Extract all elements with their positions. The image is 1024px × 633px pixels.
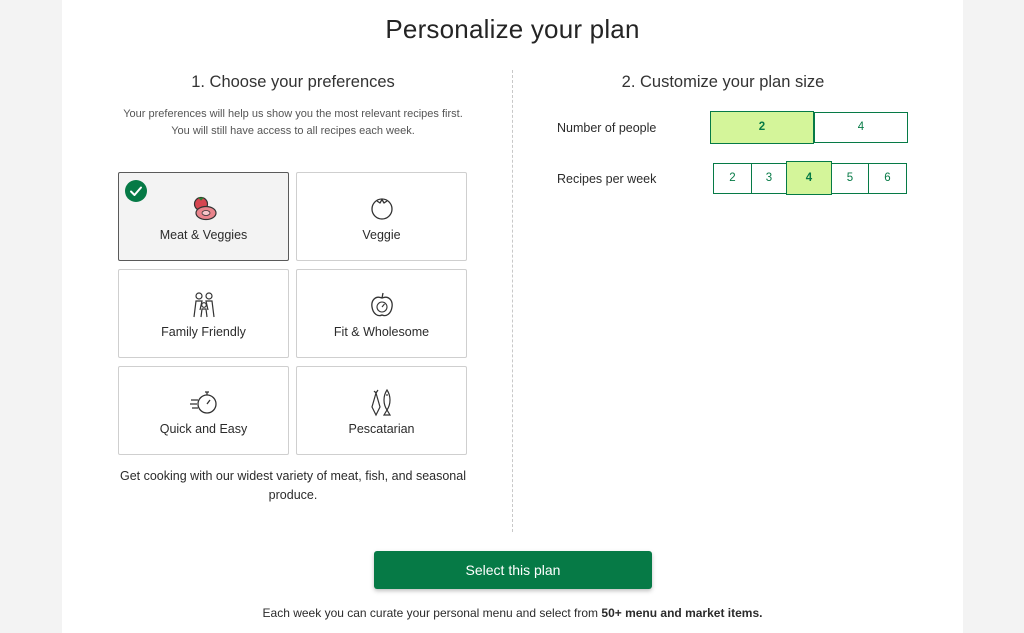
people-label: Number of people bbox=[557, 121, 657, 135]
family-icon bbox=[189, 290, 219, 320]
apple-scale-icon bbox=[367, 290, 397, 320]
select-plan-button[interactable]: Select this plan bbox=[374, 551, 652, 589]
recipes-label: Recipes per week bbox=[557, 172, 657, 186]
recipes-option-2[interactable]: 2 bbox=[713, 163, 752, 194]
preference-tile-veggie[interactable]: Veggie bbox=[296, 172, 467, 261]
people-option-2[interactable]: 2 bbox=[710, 111, 814, 144]
tile-label: Fit & Wholesome bbox=[333, 325, 430, 339]
tile-label: Pescatarian bbox=[348, 422, 415, 436]
column-divider bbox=[512, 70, 513, 532]
footer-text: Each week you can curate your personal m… bbox=[262, 606, 602, 620]
stopwatch-icon bbox=[189, 387, 219, 417]
fish-carrot-icon bbox=[367, 387, 397, 417]
recipes-option-5[interactable]: 5 bbox=[831, 163, 869, 194]
page-title: Personalize your plan bbox=[385, 14, 640, 44]
tile-label: Quick and Easy bbox=[159, 422, 248, 436]
recipes-option-6[interactable]: 6 bbox=[868, 163, 907, 194]
preferences-description: Your preferences will help us show you t… bbox=[123, 108, 463, 137]
tile-label: Family Friendly bbox=[161, 325, 246, 339]
check-icon bbox=[125, 180, 147, 202]
people-option-4[interactable]: 4 bbox=[814, 112, 908, 143]
preference-tile-fit-wholesome[interactable]: Fit & Wholesome bbox=[296, 269, 467, 358]
plan-card: Personalize your plan 1. Choose your pre… bbox=[62, 0, 963, 633]
tomato-icon bbox=[367, 193, 397, 223]
preference-tile-quick-easy[interactable]: Quick and Easy bbox=[118, 366, 289, 455]
preference-summary: Get cooking with our widest variety of m… bbox=[119, 469, 466, 502]
tile-label: Meat & Veggies bbox=[159, 228, 248, 242]
footer-highlight: 50+ menu and market items. bbox=[601, 606, 763, 620]
recipes-option-3[interactable]: 3 bbox=[751, 163, 787, 194]
preference-tile-family-friendly[interactable]: Family Friendly bbox=[118, 269, 289, 358]
tile-label: Veggie bbox=[362, 228, 401, 242]
preference-tile-pescatarian[interactable]: Pescatarian bbox=[296, 366, 467, 455]
footer-note: Each week you can curate your personal m… bbox=[62, 606, 963, 620]
preference-tile-meat-veggies[interactable]: Meat & Veggies bbox=[118, 172, 289, 261]
preferences-heading: 1. Choose your preferences bbox=[191, 73, 395, 91]
recipes-option-4[interactable]: 4 bbox=[786, 161, 832, 195]
plan-size-heading: 2. Customize your plan size bbox=[621, 73, 825, 91]
meat-veggies-icon bbox=[189, 193, 219, 223]
